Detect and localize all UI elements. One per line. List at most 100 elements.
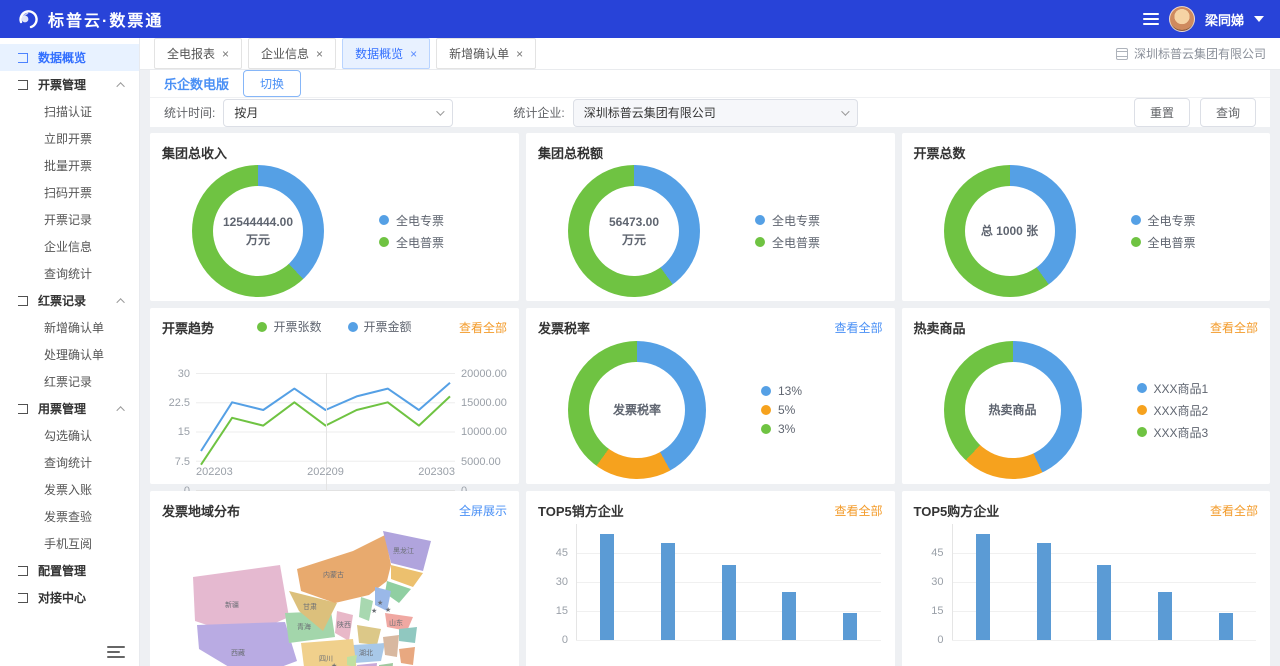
card-title: 集团总税额 (538, 143, 603, 162)
legend-dot (755, 237, 765, 247)
sidebar-item-query-stats2[interactable]: 查询统计 (0, 449, 139, 476)
x-axis: 202203 202209 202303 (196, 466, 455, 478)
hot-products-donut-chart: 热卖商品 (944, 341, 1082, 479)
card-title: TOP5销方企业 (538, 501, 624, 520)
chevron-down-icon (437, 107, 445, 115)
sidebar-item-company-info[interactable]: 企业信息 (0, 233, 139, 260)
sidebar-item-invoice-verify[interactable]: 发票查验 (0, 503, 139, 530)
card-title: TOP5购方企业 (914, 501, 1000, 520)
svg-text:新疆: 新疆 (225, 600, 239, 609)
filter-bar: 统计时间: 按月 统计企业: 深圳标普云集团有限公司 重置 查询 (150, 98, 1270, 127)
legend-dot (257, 322, 267, 332)
card-invoice-trend: 开票趋势 查看全部 开票张数 开票金额 30 22.5 15 7.5 0 (150, 308, 519, 484)
chevron-up-icon (116, 298, 124, 306)
sidebar-collapse-icon[interactable] (107, 646, 125, 658)
sidebar-item-integration-center[interactable]: 对接中心 (0, 584, 139, 611)
buyers-bar-chart: 45 30 15 0 (952, 524, 1257, 640)
card-title: 热卖商品 (914, 318, 966, 337)
card-title: 发票税率 (538, 318, 590, 337)
card-group-revenue: 集团总收入 12544444.00万元 全电专票 全电普票 (150, 133, 519, 301)
legend: 全电专票 全电普票 (379, 207, 444, 256)
tab-bar: 全电报表× 企业信息× 数据概览× 新增确认单× 深圳标普云集团有限公司 (140, 38, 1280, 70)
sidebar-item-query-stats[interactable]: 查询统计 (0, 260, 139, 287)
tax-rate-donut-chart: 发票税率 (568, 341, 706, 479)
version-label: 乐企数电版 (164, 74, 229, 93)
card-title: 集团总收入 (162, 143, 227, 162)
query-button[interactable]: 查询 (1200, 98, 1256, 127)
legend-dot (1137, 427, 1147, 437)
legend: 全电专票 全电普票 (755, 207, 820, 256)
sidebar-item-invoice-records[interactable]: 开票记录 (0, 206, 139, 233)
folder-icon (18, 296, 28, 306)
reset-button[interactable]: 重置 (1134, 98, 1190, 127)
legend-dot (379, 215, 389, 225)
version-bar: 乐企数电版 切换 (150, 70, 1270, 98)
switch-version-button[interactable]: 切换 (243, 70, 301, 97)
legend-dot (348, 322, 358, 332)
svg-text:陕西: 陕西 (337, 620, 351, 629)
sidebar-item-config-mgmt[interactable]: 配置管理 (0, 557, 139, 584)
legend-dot (755, 215, 765, 225)
sidebar-item-ticket-mgmt[interactable]: 用票管理 (0, 395, 139, 422)
time-filter-label: 统计时间: (164, 104, 215, 121)
sidebar-item-scan-issue[interactable]: 扫码开票 (0, 179, 139, 206)
fullscreen-link[interactable]: 全屏展示 (459, 502, 507, 519)
chevron-down-icon[interactable] (1254, 16, 1264, 22)
legend-dot (379, 237, 389, 247)
svg-text:青海: 青海 (297, 622, 311, 631)
close-icon[interactable]: × (516, 47, 523, 61)
card-group-tax: 集团总税额 56473.00万元 全电专票 全电普票 (526, 133, 895, 301)
sidebar-item-handle-confirm[interactable]: 处理确认单 (0, 341, 139, 368)
avatar[interactable] (1169, 6, 1195, 32)
sidebar-item-red-invoice[interactable]: 红票记录 (0, 287, 139, 314)
close-icon[interactable]: × (410, 47, 417, 61)
sidebar-item-new-confirm[interactable]: 新增确认单 (0, 314, 139, 341)
view-all-link[interactable]: 查看全部 (1210, 319, 1258, 336)
menu-icon[interactable] (1143, 13, 1159, 25)
legend-dot (1131, 237, 1141, 247)
tab-new-confirm[interactable]: 新增确认单× (436, 38, 536, 69)
app-title: 标普云·数票通 (48, 7, 163, 31)
app-header: 标普云·数票通 梁同娣 (0, 0, 1280, 38)
sidebar-item-red-records[interactable]: 红票记录 (0, 368, 139, 395)
folder-icon (18, 80, 28, 90)
sellers-bar-chart: 45 30 15 0 (576, 524, 881, 640)
close-icon[interactable]: × (222, 47, 229, 61)
tab-company-info[interactable]: 企业信息× (248, 38, 336, 69)
close-icon[interactable]: × (316, 47, 323, 61)
line-legend: 开票张数 开票金额 (150, 318, 519, 335)
sidebar-item-scan-auth[interactable]: 扫描认证 (0, 98, 139, 125)
folder-icon (18, 404, 28, 414)
sidebar-item-issue-now[interactable]: 立即开票 (0, 125, 139, 152)
view-all-link[interactable]: 查看全部 (834, 319, 882, 336)
view-all-link[interactable]: 查看全部 (834, 502, 882, 519)
card-region-map: 发票地域分布 全屏展示 (150, 491, 519, 666)
legend: 13% 5% 3% (761, 379, 802, 441)
card-top5-sellers: TOP5销方企业 查看全部 45 30 15 0 (526, 491, 895, 666)
sidebar-item-batch-issue[interactable]: 批量开票 (0, 152, 139, 179)
sidebar-item-data-overview[interactable]: 数据概览 (0, 44, 139, 71)
tab-data-overview[interactable]: 数据概览× (342, 38, 430, 69)
view-all-link[interactable]: 查看全部 (1210, 502, 1258, 519)
company-select[interactable]: 深圳标普云集团有限公司 (573, 99, 858, 127)
folder-icon (18, 566, 28, 576)
legend-dot (1137, 383, 1147, 393)
sidebar-item-invoice-entry[interactable]: 发票入账 (0, 476, 139, 503)
sidebar-item-mobile-view[interactable]: 手机互阅 (0, 530, 139, 557)
svg-text:四川: 四川 (319, 655, 333, 663)
map-marker-icon: ★ (377, 599, 383, 607)
revenue-donut-chart: 12544444.00万元 (192, 165, 324, 297)
current-company: 深圳标普云集团有限公司 (1116, 45, 1266, 62)
sidebar-item-check-confirm[interactable]: 勾选确认 (0, 422, 139, 449)
sidebar-item-invoice-mgmt[interactable]: 开票管理 (0, 71, 139, 98)
map-marker-icon: ★ (385, 606, 391, 614)
chevron-up-icon (116, 82, 124, 90)
user-name[interactable]: 梁同娣 (1205, 10, 1244, 29)
tab-report[interactable]: 全电报表× (154, 38, 242, 69)
building-icon (1116, 48, 1128, 60)
tax-donut-chart: 56473.00万元 (568, 165, 700, 297)
china-map-chart: 新疆 西藏 青海 四川 云南 内蒙古 甘肃 黑龙江 广东 山东 湖北 陕西 ★ … (150, 520, 519, 666)
svg-text:甘肃: 甘肃 (303, 602, 317, 611)
folder-icon (18, 53, 28, 63)
time-select[interactable]: 按月 (223, 99, 453, 127)
